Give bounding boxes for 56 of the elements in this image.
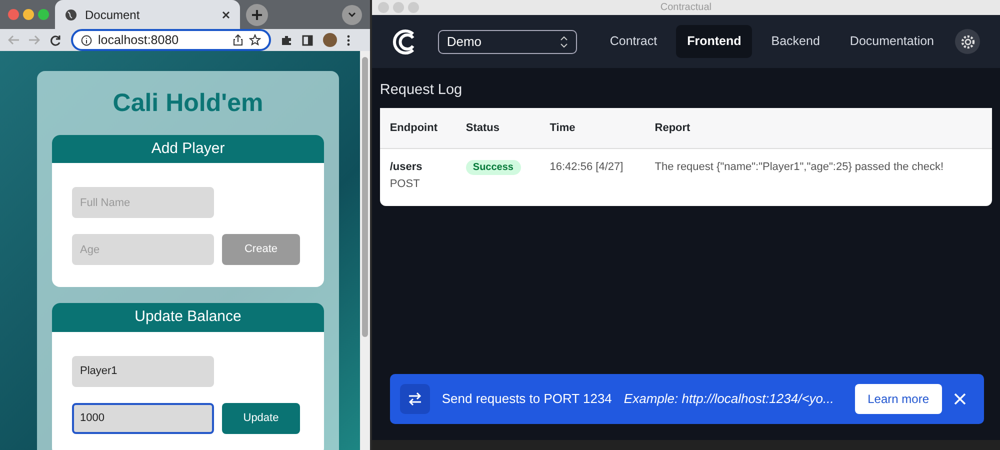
column-header: Report: [644, 108, 992, 149]
side-panel-icon[interactable]: [302, 34, 313, 46]
settings-button[interactable]: [955, 29, 980, 54]
minimize-window-dot[interactable]: [392, 2, 404, 13]
nav-tab[interactable]: Documentation: [838, 25, 945, 58]
chevron-up-down-icon: [560, 36, 568, 48]
close-window-dot[interactable]: [378, 2, 389, 13]
info-icon: [81, 34, 92, 46]
section-header: Add Player: [52, 134, 324, 163]
http-method: POST: [390, 176, 421, 192]
banner-example: Example: http://localhost:1234/<yo...: [624, 390, 834, 408]
input-field[interactable]: 1000: [72, 402, 214, 434]
close-window-dot[interactable]: [8, 9, 19, 20]
window-title: Contractual: [660, 2, 712, 13]
minimize-window-dot[interactable]: [23, 9, 34, 20]
plus-icon: [252, 10, 262, 20]
submit-button[interactable]: Update: [222, 402, 300, 434]
star-icon[interactable]: [249, 34, 261, 46]
input-field[interactable]: Age: [72, 234, 214, 265]
app-heading: Cali Hold'em: [112, 88, 264, 119]
more-vertical-icon[interactable]: [347, 34, 350, 46]
nav-tab[interactable]: Frontend: [676, 25, 752, 58]
tab-menu-button[interactable]: [342, 4, 362, 24]
page-title: Request Log: [380, 81, 464, 100]
input-field[interactable]: Player1: [72, 356, 214, 386]
project-select[interactable]: Demo: [438, 30, 577, 54]
banner-message: Send requests to PORT 1234: [442, 390, 612, 408]
input-field[interactable]: Full Name: [72, 187, 214, 218]
status-badge: Success: [466, 160, 520, 176]
settings-icon: [960, 34, 976, 50]
close-icon[interactable]: [222, 10, 230, 18]
browser-tab[interactable]: Document: [55, 0, 240, 29]
swap-arrows-icon: [408, 392, 422, 406]
scrollbar[interactable]: [372, 440, 1000, 450]
column-header: Time: [540, 108, 645, 149]
reload-icon[interactable]: [50, 34, 61, 46]
address-bar[interactable]: localhost:8080: [71, 29, 271, 51]
nav-tab[interactable]: Backend: [760, 25, 831, 58]
globe-icon: [65, 8, 77, 20]
table-cell: 16:42:56 [4/27]: [550, 161, 624, 174]
share-icon[interactable]: [233, 34, 243, 46]
table-cell: The request {"name":"Player1","age":25} passed the check!: [654, 161, 944, 174]
endpoint-path: /users: [390, 160, 424, 176]
new-tab-button[interactable]: [246, 4, 268, 26]
puzzle-icon[interactable]: [281, 34, 292, 46]
tab-title: Document: [85, 6, 140, 24]
column-header: Endpoint: [380, 108, 456, 149]
maximize-window-dot[interactable]: [38, 9, 49, 20]
learn-more-button[interactable]: Learn more: [854, 384, 942, 414]
avatar-icon[interactable]: [323, 33, 337, 47]
section-header: Update Balance: [52, 303, 324, 332]
scrollbar[interactable]: [360, 51, 370, 450]
nav-tab[interactable]: Contract: [598, 25, 668, 58]
chevron-down-icon: [348, 12, 356, 17]
column-header: Status: [456, 108, 540, 149]
maximize-window-dot[interactable]: [408, 2, 419, 13]
